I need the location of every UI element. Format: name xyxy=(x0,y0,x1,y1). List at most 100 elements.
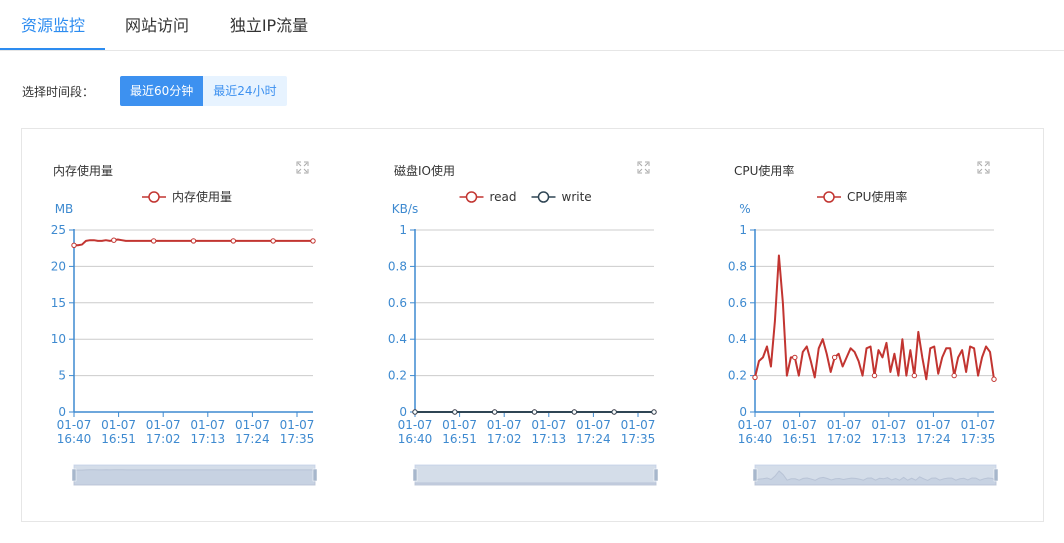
expand-icon[interactable] xyxy=(296,161,309,174)
expand-icon-glyph xyxy=(637,161,650,174)
y-axis-unit: % xyxy=(739,202,750,216)
data-point xyxy=(831,354,838,361)
y-tick-label: 0.6 xyxy=(728,296,747,310)
expand-icon-glyph xyxy=(296,161,309,174)
x-tick-label-date: 01-07 xyxy=(442,418,477,432)
x-tick-label-time: 17:24 xyxy=(576,432,611,446)
y-tick-label: 0 xyxy=(739,405,747,419)
data-point xyxy=(230,238,237,244)
zoom-handle[interactable] xyxy=(653,468,659,482)
zoom-slider[interactable] xyxy=(752,464,999,486)
x-tick-label-time: 17:24 xyxy=(916,432,951,446)
y-axis-unit: MB xyxy=(55,202,74,216)
x-tick-label-date: 01-07 xyxy=(280,418,315,432)
data-point xyxy=(571,409,578,415)
x-tick-label-time: 17:02 xyxy=(827,432,862,446)
x-tick-label-date: 01-07 xyxy=(398,418,433,432)
y-tick-label: 25 xyxy=(51,223,66,237)
x-tick-label-time: 17:02 xyxy=(146,432,181,446)
y-tick-label: 5 xyxy=(58,369,66,383)
data-point xyxy=(991,376,997,382)
y-tick-label: 15 xyxy=(51,296,66,310)
legend-marker xyxy=(823,191,835,203)
x-tick-label-time: 17:13 xyxy=(872,432,907,446)
x-tick-label-date: 01-07 xyxy=(961,418,996,432)
y-tick-label: 0.4 xyxy=(728,332,747,346)
y-tick-label: 0.8 xyxy=(728,259,747,273)
y-tick-label: 0.4 xyxy=(388,332,407,346)
active-tab-indicator xyxy=(0,48,105,50)
charts-panel: 内存使用量 内存使用量 MB 0 5 10 15 20 25 01-07 16:40 01-07 16… xyxy=(21,128,1044,522)
data-point xyxy=(270,238,276,244)
expand-icon[interactable] xyxy=(637,161,650,174)
range-button-24h[interactable]: 最近24小时 xyxy=(203,76,287,106)
y-tick-label: 10 xyxy=(51,332,66,346)
x-tick-label-time: 16:51 xyxy=(101,432,136,446)
zoom-handle[interactable] xyxy=(71,468,77,482)
x-tick-label-date: 01-07 xyxy=(190,418,225,432)
data-point xyxy=(651,409,657,415)
x-tick-label-time: 17:13 xyxy=(532,432,567,446)
tab-resource-monitor[interactable]: 资源监控 xyxy=(20,0,86,51)
y-tick-label: 20 xyxy=(51,259,66,273)
y-tick-label: 0.2 xyxy=(728,369,747,383)
tab-site-visits[interactable]: 网站访问 xyxy=(124,0,190,51)
x-tick-label-date: 01-07 xyxy=(782,418,817,432)
x-tick-label-date: 01-07 xyxy=(621,418,656,432)
zoom-slider[interactable] xyxy=(412,464,659,486)
x-tick-label-time: 16:51 xyxy=(782,432,817,446)
legend-label: read xyxy=(490,190,517,204)
data-point xyxy=(792,354,798,361)
data-point xyxy=(452,409,458,415)
expand-icon-glyph xyxy=(977,161,990,174)
x-tick-label-time: 17:02 xyxy=(487,432,522,446)
legend-item[interactable]: CPU使用率 xyxy=(817,189,907,204)
legend-marker xyxy=(537,191,550,203)
data-point xyxy=(752,374,758,381)
memory-chart: 内存使用量 内存使用量 MB 0 5 10 15 20 25 01-07 16:40 01-07 16… xyxy=(22,129,322,523)
range-button-60min[interactable]: 最近60分钟 xyxy=(120,76,204,106)
zoom-handle[interactable] xyxy=(412,468,418,482)
x-tick-label-time: 17:24 xyxy=(235,432,270,446)
x-tick-label-date: 01-07 xyxy=(101,418,136,432)
data-point xyxy=(111,237,117,243)
zoom-slider[interactable] xyxy=(71,464,318,486)
tab-unique-ip-traffic[interactable]: 独立IP流量 xyxy=(228,0,310,51)
zoom-selection xyxy=(74,465,315,485)
x-tick-label-date: 01-07 xyxy=(827,418,862,432)
legend-label: write xyxy=(562,190,592,204)
data-point xyxy=(951,372,957,379)
y-tick-label: 0 xyxy=(399,405,407,419)
legend-marker xyxy=(148,191,160,203)
y-tick-label: 1 xyxy=(739,223,747,237)
series-line xyxy=(754,254,995,381)
zoom-handle[interactable] xyxy=(752,468,758,482)
legend-item[interactable]: read xyxy=(459,190,517,204)
legend-marker xyxy=(465,191,478,203)
data-point xyxy=(531,409,538,415)
zoom-handle[interactable] xyxy=(993,468,999,482)
legend-label: 内存使用量 xyxy=(172,189,232,204)
x-tick-label-date: 01-07 xyxy=(916,418,951,432)
y-axis-unit: KB/s xyxy=(392,202,418,216)
legend-label: CPU使用率 xyxy=(847,189,907,204)
x-tick-label-date: 01-07 xyxy=(235,418,270,432)
data-point xyxy=(871,372,878,379)
y-tick-label: 0.8 xyxy=(388,259,407,273)
data-point xyxy=(911,372,918,379)
data-point xyxy=(611,409,617,415)
zoom-handle[interactable] xyxy=(312,468,318,482)
x-tick-label-date: 01-07 xyxy=(531,418,566,432)
expand-icon[interactable] xyxy=(977,161,990,174)
legend-item[interactable]: 内存使用量 xyxy=(142,189,232,204)
x-tick-label-time: 16:40 xyxy=(738,432,773,446)
x-tick-label-date: 01-07 xyxy=(146,418,181,432)
data-point xyxy=(412,409,418,415)
x-tick-label-date: 01-07 xyxy=(487,418,522,432)
data-point xyxy=(71,242,77,248)
chart-canvas: 内存使用量MB051015202501-0716:4001-0716:5101-… xyxy=(51,161,318,486)
data-point xyxy=(150,238,157,244)
tab-bar: 资源监控 网站访问 独立IP流量 xyxy=(0,0,1064,51)
legend-item[interactable]: write xyxy=(531,190,592,204)
x-tick-label-time: 16:40 xyxy=(398,432,433,446)
